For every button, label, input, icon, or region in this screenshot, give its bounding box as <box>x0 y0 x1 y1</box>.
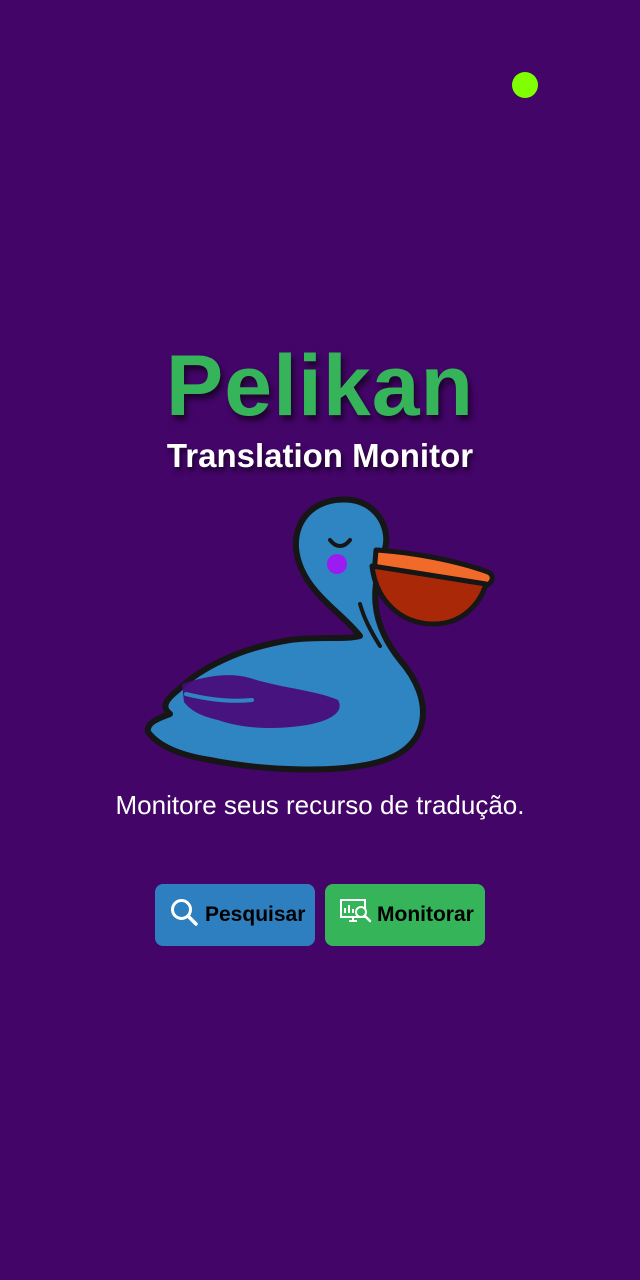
pelican-mascot-icon <box>144 496 495 773</box>
search-icon <box>169 897 199 927</box>
monitor-analytics-icon <box>339 897 373 927</box>
monitor-button-label: Monitorar <box>377 903 474 926</box>
search-button-label: Pesquisar <box>205 903 306 926</box>
app-title: Pelikan <box>165 338 475 434</box>
tagline-text: Monitore seus recurso de tradução. <box>115 790 525 820</box>
status-indicator-dot <box>512 72 538 98</box>
search-button[interactable]: Pesquisar <box>155 884 315 946</box>
app-subtitle: Translation Monitor <box>166 437 474 474</box>
monitor-button[interactable]: Monitorar <box>325 884 485 946</box>
